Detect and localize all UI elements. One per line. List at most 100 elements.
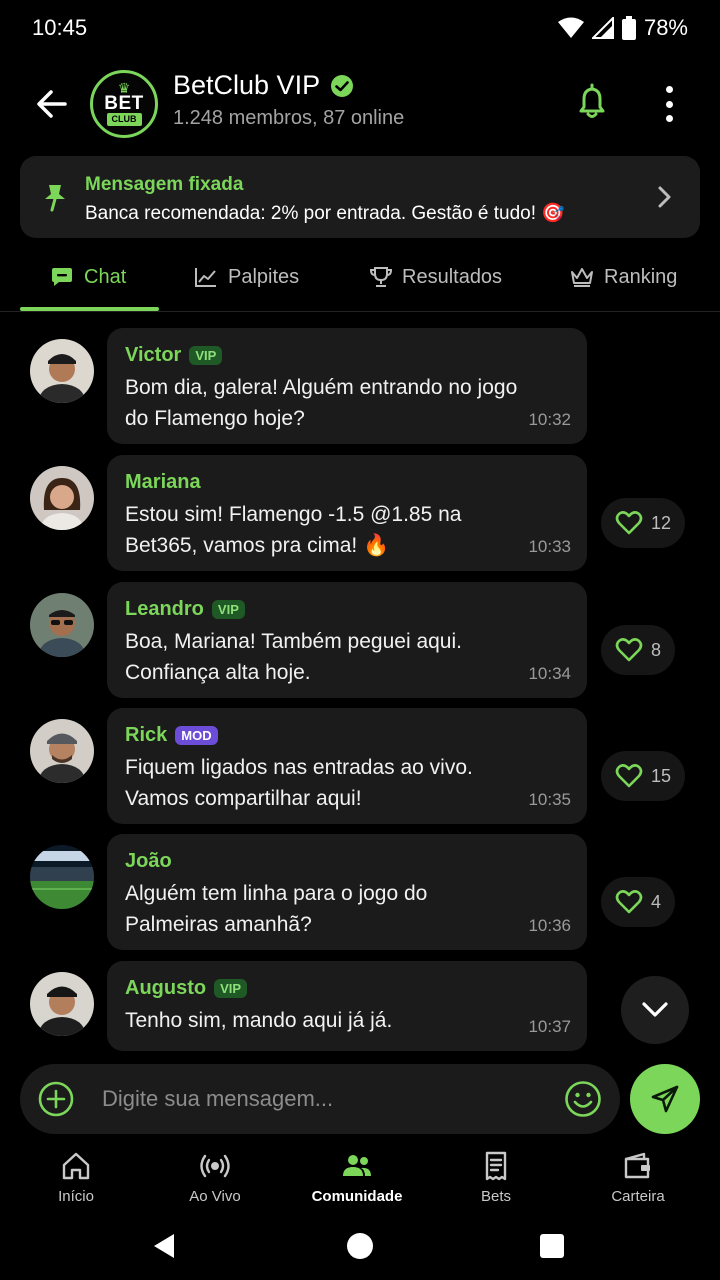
- nav-ao-vivo-label: Ao Vivo: [189, 1188, 241, 1205]
- sender-name[interactable]: Victor: [125, 344, 181, 367]
- community-icon: [343, 1155, 371, 1176]
- trend-chart-icon: [195, 268, 216, 287]
- wallet-icon: [624, 1152, 650, 1179]
- heart-icon: [615, 638, 643, 662]
- system-recents-button[interactable]: [540, 1234, 564, 1258]
- home-icon: [62, 1152, 90, 1180]
- tab-ranking-label: Ranking: [604, 265, 678, 288]
- more-options-button[interactable]: [656, 86, 682, 122]
- back-button[interactable]: [30, 82, 74, 126]
- notifications-button[interactable]: [572, 82, 612, 122]
- system-home-button[interactable]: [347, 1233, 373, 1259]
- like-button[interactable]: 4: [601, 877, 676, 927]
- more-dot-icon: [665, 100, 673, 108]
- message-text: Boa, Mariana! Também peguei aqui. Confia…: [125, 630, 462, 684]
- like-count: 8: [651, 639, 662, 660]
- emoji-icon[interactable]: [564, 1080, 602, 1118]
- vip-badge: VIP: [211, 599, 245, 619]
- tab-resultados[interactable]: Resultados: [370, 246, 502, 308]
- message-composer: [20, 1064, 620, 1134]
- logo-bottom-text: CLUB: [106, 113, 142, 126]
- add-attachment-icon[interactable]: [38, 1081, 74, 1117]
- message-time: 10:33: [528, 537, 571, 556]
- nav-carteira-label: Carteira: [611, 1188, 665, 1205]
- like-button[interactable]: 8: [601, 625, 676, 675]
- trophy-icon: [370, 267, 392, 287]
- message-text: Estou sim! Flamengo -1.5 @1.85 na Bet365…: [125, 503, 462, 557]
- like-button[interactable]: 15: [601, 751, 686, 801]
- tab-bar: Chat Palpites Resultados Ranking: [0, 246, 720, 312]
- message-bubble[interactable]: Mariana Estou sim! Flamengo -1.5 @1.85 n…: [107, 455, 587, 571]
- tab-resultados-label: Resultados: [402, 265, 503, 288]
- more-dot-icon: [665, 115, 673, 122]
- message-text: Bom dia, galera! Alguém entrando no jogo…: [125, 376, 518, 430]
- chevron-down-icon: [642, 1002, 668, 1017]
- like-button[interactable]: 12: [601, 498, 686, 548]
- like-count: 15: [651, 765, 672, 786]
- message-time: 10:34: [528, 664, 571, 683]
- nav-ao-vivo[interactable]: Ao Vivo: [145, 1150, 285, 1205]
- heart-icon: [615, 890, 643, 914]
- message-text: Alguém tem linha para o jogo do Palmeira…: [125, 882, 428, 936]
- signal-icon: [591, 17, 614, 39]
- pinned-message[interactable]: Mensagem fixada Banca recomendada: 2% po…: [20, 156, 700, 238]
- group-logo[interactable]: ♛ BET CLUB: [90, 70, 158, 138]
- tab-chat-label: Chat: [84, 265, 127, 288]
- sender-name[interactable]: Rick: [125, 724, 167, 747]
- avatar[interactable]: [30, 972, 94, 1036]
- system-back-icon[interactable]: [152, 1232, 176, 1260]
- mod-badge: MOD: [175, 725, 218, 745]
- message-time: 10:32: [528, 410, 571, 429]
- tab-chat[interactable]: Chat: [50, 246, 126, 308]
- message-bubble[interactable]: Victor VIP Bom dia, galera! Alguém entran…: [107, 328, 587, 444]
- sender-name[interactable]: Augusto: [125, 977, 206, 1000]
- message-input[interactable]: [102, 1076, 532, 1122]
- chat-header: ♛ BET CLUB BetClub VIP 1.248 membros, 87…: [0, 62, 720, 146]
- like-count: 4: [651, 891, 662, 912]
- avatar[interactable]: [30, 845, 94, 909]
- tab-palpites-label: Palpites: [228, 265, 300, 288]
- avatar[interactable]: [30, 593, 94, 657]
- status-time: 10:45: [32, 15, 88, 40]
- scroll-to-bottom-button[interactable]: [621, 976, 689, 1044]
- avatar[interactable]: [30, 719, 94, 783]
- chat-icon: [52, 268, 72, 286]
- vip-badge: VIP: [189, 345, 223, 365]
- message-bubble[interactable]: Rick MOD Fiquem ligados nas entradas ao v…: [107, 708, 587, 824]
- wifi-icon: [557, 17, 584, 38]
- send-button[interactable]: [630, 1064, 700, 1134]
- message-time: 10:37: [528, 1017, 571, 1036]
- bottom-navigation: Início Ao Vivo Comunidade Bets Carteira: [0, 1146, 720, 1216]
- battery-level: 78%: [643, 15, 688, 40]
- sender-name[interactable]: Mariana: [125, 471, 201, 494]
- nav-bets-label: Bets: [480, 1188, 511, 1205]
- status-bar: 10:45 78%: [0, 0, 720, 56]
- message-time: 10:35: [528, 790, 571, 809]
- pinned-title: Mensagem fixada: [85, 174, 244, 195]
- avatar[interactable]: [30, 466, 94, 530]
- arrow-left-icon: [37, 90, 67, 118]
- message-list[interactable]: Victor VIP Bom dia, galera! Alguém entran…: [0, 318, 720, 1058]
- verified-icon: [331, 74, 354, 97]
- nav-bets[interactable]: Bets: [426, 1150, 566, 1205]
- vip-badge: VIP: [214, 978, 248, 998]
- chevron-right-icon: [658, 186, 671, 208]
- nav-comunidade[interactable]: Comunidade: [287, 1150, 427, 1205]
- avatar[interactable]: [30, 339, 94, 403]
- nav-inicio[interactable]: Início: [6, 1150, 146, 1205]
- heart-icon: [615, 511, 643, 535]
- nav-carteira[interactable]: Carteira: [568, 1150, 708, 1205]
- message-time: 10:36: [528, 916, 571, 935]
- tab-palpites[interactable]: Palpites: [194, 246, 299, 308]
- message-bubble[interactable]: Leandro VIP Boa, Mariana! Também peguei a…: [107, 582, 587, 698]
- crown-icon: [571, 268, 593, 287]
- sender-name[interactable]: Leandro: [125, 598, 204, 621]
- sender-name[interactable]: João: [125, 850, 172, 873]
- heart-icon: [615, 764, 643, 788]
- group-info[interactable]: BetClub VIP 1.248 membros, 87 online: [173, 70, 404, 130]
- message-bubble[interactable]: João Alguém tem linha para o jogo do Pal…: [107, 834, 587, 950]
- pinned-text: Banca recomendada: 2% por entrada. Gestã…: [85, 203, 565, 224]
- send-icon: [651, 1085, 679, 1113]
- tab-ranking[interactable]: Ranking: [570, 246, 677, 308]
- message-bubble[interactable]: Augusto VIP Tenho sim, mando aqui já já. …: [107, 961, 587, 1051]
